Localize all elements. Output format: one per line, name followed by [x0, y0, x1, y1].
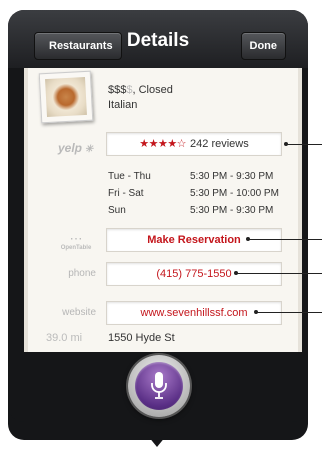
callout-line-reviews: [286, 144, 322, 145]
hours-days: Sun: [108, 205, 126, 216]
open-status: , Closed: [132, 84, 173, 96]
make-reservation-button[interactable]: Make Reservation: [106, 228, 282, 252]
location-row: 39.0 mi 1550 Hyde St: [28, 332, 298, 352]
hours-days: Fri - Sat: [108, 188, 144, 199]
opentable-logo-text: OpenTable: [60, 245, 92, 251]
cuisine: Italian: [108, 99, 138, 111]
hours-time: 5:30 PM - 9:30 PM: [190, 205, 274, 216]
restaurants-back-button[interactable]: Restaurants: [34, 32, 122, 60]
price-level: $$$: [108, 84, 127, 96]
yelp-logo-text: yelp: [58, 141, 83, 155]
hours-time: 5:30 PM - 10:00 PM: [190, 188, 279, 199]
phone-button[interactable]: (415) 775-1550: [106, 262, 282, 286]
star-rating: ★★★★☆: [139, 138, 187, 150]
food-image: [45, 76, 87, 118]
nav-bar: Restaurants Details Done: [8, 10, 308, 68]
address[interactable]: 1550 Hyde St: [108, 332, 175, 344]
yelp-reviews-button[interactable]: ★★★★☆ 242 reviews: [106, 132, 282, 156]
price-status: $$$$, Closed: [108, 84, 173, 96]
restaurant-photo: [38, 70, 94, 124]
hours-days: Tue - Thu: [108, 171, 151, 182]
hours-row: Tue - Thu 5:30 PM - 9:30 PM: [108, 168, 288, 185]
review-count: 242 reviews: [190, 138, 249, 150]
microphone-icon: [151, 372, 167, 399]
siri-mic-button[interactable]: [128, 355, 190, 417]
hours-time: 5:30 PM - 9:30 PM: [190, 171, 274, 182]
details-card: $$$$, Closed Italian yelp ✳ ★★★★☆ 242 rev…: [24, 68, 302, 360]
opentable-logo: ⋯ OpenTable: [60, 232, 92, 251]
hours-row: Sun 5:30 PM - 9:30 PM: [108, 202, 288, 219]
distance: 39.0 mi: [46, 332, 83, 344]
yelp-logo: yelp ✳: [58, 141, 93, 155]
callout-line-website: [256, 312, 322, 313]
website-label: website: [62, 307, 96, 318]
opentable-icon: ⋯: [69, 231, 83, 246]
done-button[interactable]: Done: [240, 32, 286, 60]
mic-button-face: [135, 362, 183, 410]
callout-dot: [254, 310, 258, 314]
yelp-burst-icon: ✳: [82, 144, 94, 155]
callout-line-phone: [236, 273, 322, 274]
bubble-pointer: [148, 436, 166, 447]
phone-label: phone: [68, 268, 96, 279]
callout-dot: [284, 142, 288, 146]
callout-line-reservation: [248, 239, 322, 240]
callout-dot: [234, 271, 238, 275]
hours-row: Fri - Sat 5:30 PM - 10:00 PM: [108, 185, 288, 202]
callout-dot: [246, 237, 250, 241]
hours-list: Tue - Thu 5:30 PM - 9:30 PM Fri - Sat 5:…: [108, 168, 288, 219]
